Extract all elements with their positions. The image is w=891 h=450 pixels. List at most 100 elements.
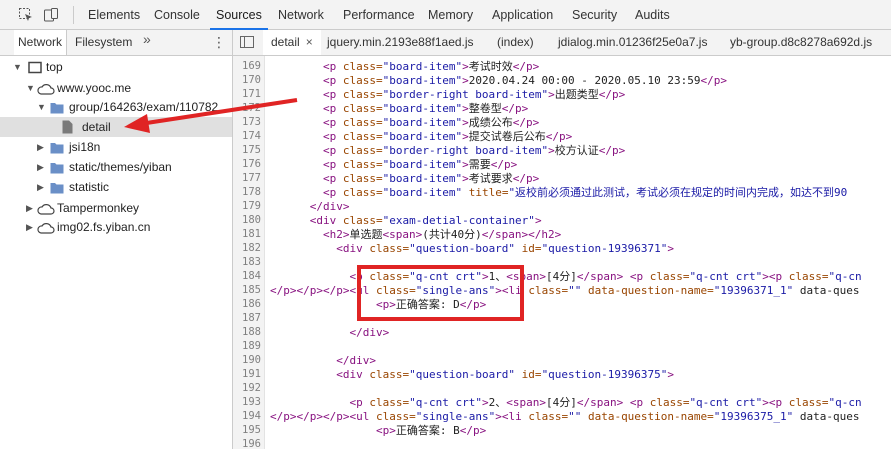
close-icon[interactable]: × bbox=[306, 35, 313, 49]
tree-item-folder-statistic[interactable]: ▶ statistic bbox=[0, 177, 232, 197]
line-number[interactable]: 169 bbox=[233, 60, 261, 72]
editor-tabs: detail × jquery.min.2193e88f1aed.js (inde… bbox=[233, 30, 891, 56]
editor-tab-jquery[interactable]: jquery.min.2193e88f1aed.js bbox=[327, 30, 474, 55]
line-number[interactable]: 185 bbox=[233, 284, 261, 296]
code-line: <div class="exam-detial-container"> bbox=[309, 214, 542, 227]
line-number[interactable]: 194 bbox=[233, 410, 261, 422]
nav-tab-filesystem[interactable]: Filesystem bbox=[75, 30, 132, 55]
line-number[interactable]: 196 bbox=[233, 438, 261, 450]
collapsed-triangle-icon[interactable]: ▶ bbox=[37, 157, 44, 177]
line-number[interactable]: 172 bbox=[233, 102, 261, 114]
line-number[interactable]: 191 bbox=[233, 368, 261, 380]
tree-item-tampermonkey[interactable]: ▶ Tampermonkey bbox=[0, 198, 232, 218]
line-number[interactable]: 179 bbox=[233, 200, 261, 212]
tree-item-top[interactable]: ▼ top bbox=[0, 57, 232, 77]
tab-console[interactable]: Console bbox=[154, 0, 200, 30]
navigator-toggle-icon[interactable] bbox=[240, 36, 254, 48]
tree-item-label: top bbox=[46, 60, 63, 74]
editor-tab-label: detail bbox=[271, 35, 300, 49]
line-number[interactable]: 188 bbox=[233, 326, 261, 338]
tab-performance[interactable]: Performance bbox=[343, 0, 415, 30]
tree-item-detail[interactable]: detail bbox=[0, 117, 232, 137]
nav-tab-network[interactable]: Network bbox=[14, 30, 68, 55]
tab-audits[interactable]: Audits bbox=[635, 0, 670, 30]
line-number[interactable]: 187 bbox=[233, 312, 261, 324]
line-number[interactable]: 186 bbox=[233, 298, 261, 310]
editor-tab-index[interactable]: (index) bbox=[497, 30, 534, 55]
toolbar-divider bbox=[73, 6, 74, 24]
tab-application[interactable]: Application bbox=[492, 0, 553, 30]
tree-item-img02[interactable]: ▶ img02.fs.yiban.cn bbox=[0, 217, 232, 237]
tree-item-folder-static[interactable]: ▶ static/themes/yiban bbox=[0, 157, 232, 177]
code-line: <p>正确答案: B</p> bbox=[375, 424, 487, 437]
code-line: <p class="q-cnt crt">1、<span>[4分]</span>… bbox=[349, 270, 862, 283]
expanded-triangle-icon[interactable]: ▼ bbox=[37, 97, 46, 117]
code-line: <p class="board-item">考试要求</p> bbox=[322, 172, 540, 185]
line-number[interactable]: 193 bbox=[233, 396, 261, 408]
frame-icon bbox=[28, 60, 42, 80]
code-line: <p class="board-item">提交试卷后公布</p> bbox=[322, 130, 573, 143]
tree-item-folder-group[interactable]: ▼ group/164263/exam/110782 bbox=[0, 97, 232, 117]
navigator-panel: Network Filesystem » ⋮ ▼ top ▼ www.yooc.… bbox=[0, 30, 233, 449]
tree-item-label: Tampermonkey bbox=[57, 201, 140, 215]
editor-tab-detail[interactable]: detail × bbox=[263, 30, 321, 55]
tree-item-domain[interactable]: ▼ www.yooc.me bbox=[0, 78, 232, 98]
collapsed-triangle-icon[interactable]: ▶ bbox=[37, 177, 44, 197]
collapsed-triangle-icon[interactable]: ▶ bbox=[26, 217, 33, 237]
line-number[interactable]: 173 bbox=[233, 116, 261, 128]
line-number-gutter: 169 170 171 172 173 174 175 176 177 178 179 180 181 1… bbox=[233, 56, 265, 450]
source-editor: detail × jquery.min.2193e88f1aed.js (inde… bbox=[233, 30, 891, 450]
line-number[interactable]: 171 bbox=[233, 88, 261, 100]
code-line: </div> bbox=[309, 200, 350, 213]
code-line: </div> bbox=[336, 354, 376, 367]
line-number[interactable]: 195 bbox=[233, 424, 261, 436]
line-number[interactable]: 181 bbox=[233, 228, 261, 240]
collapsed-triangle-icon[interactable]: ▶ bbox=[37, 137, 44, 157]
line-number[interactable]: 177 bbox=[233, 172, 261, 184]
line-number[interactable]: 174 bbox=[233, 130, 261, 142]
line-number[interactable]: 189 bbox=[233, 340, 261, 352]
code-area[interactable]: <p class="board-item">考试时效</p> <p class=… bbox=[270, 56, 891, 449]
expanded-triangle-icon[interactable]: ▼ bbox=[26, 78, 35, 98]
code-line: <p class="board-item">考试时效</p> bbox=[322, 60, 540, 73]
expanded-triangle-icon[interactable]: ▼ bbox=[13, 57, 22, 77]
line-number[interactable]: 183 bbox=[233, 256, 261, 268]
line-number[interactable]: 182 bbox=[233, 242, 261, 254]
code-line: <p class="board-item">需要</p> bbox=[322, 158, 518, 171]
line-number[interactable]: 176 bbox=[233, 158, 261, 170]
editor-tab-jdialog[interactable]: jdialog.min.01236f25e0a7.js bbox=[558, 30, 707, 55]
tree-item-label: www.yooc.me bbox=[57, 81, 132, 95]
line-number[interactable]: 178 bbox=[233, 186, 261, 198]
line-number[interactable]: 190 bbox=[233, 354, 261, 366]
code-line: <p class="board-item" title="返校前必须通过此测试，… bbox=[322, 186, 848, 199]
collapsed-triangle-icon[interactable]: ▶ bbox=[26, 198, 33, 218]
code-line: <p class="board-item">整卷型</p> bbox=[322, 102, 529, 115]
tab-security[interactable]: Security bbox=[572, 0, 617, 30]
code-line: </div> bbox=[349, 326, 390, 339]
code-line: <p class="q-cnt crt">2、<span>[4分]</span>… bbox=[349, 396, 862, 409]
tab-sources[interactable]: Sources bbox=[210, 0, 268, 30]
tree-item-folder-jsi18n[interactable]: ▶ jsi18n bbox=[0, 137, 232, 157]
line-number[interactable]: 175 bbox=[233, 144, 261, 156]
tree-item-label: statistic bbox=[69, 180, 110, 194]
editor-tab-yb-group[interactable]: yb-group.d8c8278a692d.js bbox=[730, 30, 872, 55]
tree-item-label: static/themes/yiban bbox=[69, 160, 172, 174]
line-number[interactable]: 192 bbox=[233, 382, 261, 394]
tab-network[interactable]: Network bbox=[278, 0, 324, 30]
line-number[interactable]: 180 bbox=[233, 214, 261, 226]
code-line: <p class="border-right board-item">校方认证<… bbox=[322, 144, 626, 157]
tree-item-label: detail bbox=[82, 120, 111, 134]
line-number[interactable]: 170 bbox=[233, 74, 261, 86]
tab-memory[interactable]: Memory bbox=[428, 0, 473, 30]
line-number[interactable]: 184 bbox=[233, 270, 261, 282]
folder-icon bbox=[50, 180, 64, 200]
tab-elements[interactable]: Elements bbox=[88, 0, 140, 30]
inspect-element-icon[interactable] bbox=[18, 7, 34, 23]
device-toolbar-icon[interactable] bbox=[43, 7, 59, 23]
cloud-icon bbox=[37, 220, 55, 240]
code-line: <p class="board-item">2020.04.24 00:00 -… bbox=[322, 74, 727, 87]
more-tabs-icon[interactable]: » bbox=[143, 31, 151, 47]
code-line: <h2>单选题<span>(共计40分)</span></h2> bbox=[322, 228, 562, 241]
tree-item-label: group/164263/exam/110782 bbox=[69, 100, 219, 114]
kebab-menu-icon[interactable]: ⋮ bbox=[212, 35, 226, 49]
